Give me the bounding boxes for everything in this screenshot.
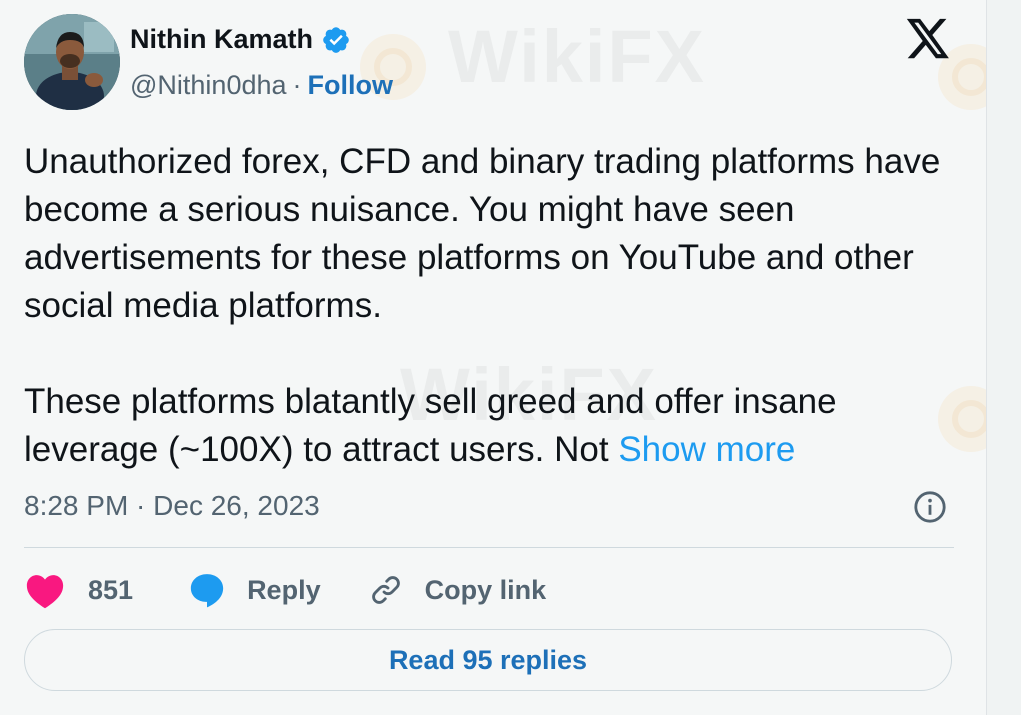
avatar-photo xyxy=(24,14,120,110)
reply-button[interactable]: Reply xyxy=(187,571,321,609)
avatar[interactable] xyxy=(24,14,120,110)
tweet-embed-card: WikiFX WikiFX Nithin Kamath @Nithin0dha … xyxy=(0,0,987,715)
verified-badge-icon xyxy=(323,26,349,53)
like-count: 851 xyxy=(88,574,134,605)
heart-icon xyxy=(26,575,64,609)
handle-separator: · xyxy=(292,70,302,100)
divider xyxy=(24,547,954,548)
speech-bubble-icon xyxy=(190,574,224,608)
watermark-text: WikiFX xyxy=(448,15,707,98)
tweet-timestamp[interactable]: 8:28 PM · Dec 26, 2023 xyxy=(24,490,320,522)
read-replies-button[interactable]: Read 95 replies xyxy=(24,629,952,691)
like-button[interactable]: 851 xyxy=(24,571,133,609)
author-handle-row: @Nithin0dha · Follow xyxy=(130,70,393,101)
tweet-actions: 851 Reply Copy link xyxy=(24,566,546,614)
reply-label: Reply xyxy=(247,574,321,605)
copy-link-button[interactable]: Copy link xyxy=(369,573,547,607)
author-handle[interactable]: @Nithin0dha xyxy=(130,70,287,101)
follow-button[interactable]: Follow xyxy=(308,70,393,101)
link-icon xyxy=(371,576,400,604)
copy-link-label: Copy link xyxy=(424,574,547,605)
author-name-row[interactable]: Nithin Kamath xyxy=(130,24,351,55)
show-more-link[interactable]: Show more xyxy=(618,430,795,469)
page-edge xyxy=(987,0,1021,715)
info-icon[interactable] xyxy=(913,490,947,524)
author-name[interactable]: Nithin Kamath xyxy=(130,24,313,55)
tweet-paragraph-1: Unauthorized forex, CFD and binary tradi… xyxy=(24,142,941,325)
tweet-body: Unauthorized forex, CFD and binary tradi… xyxy=(24,138,964,474)
x-logo-icon[interactable] xyxy=(905,18,951,62)
tweet-paragraph-2: These platforms blatantly sell greed and… xyxy=(24,378,964,474)
